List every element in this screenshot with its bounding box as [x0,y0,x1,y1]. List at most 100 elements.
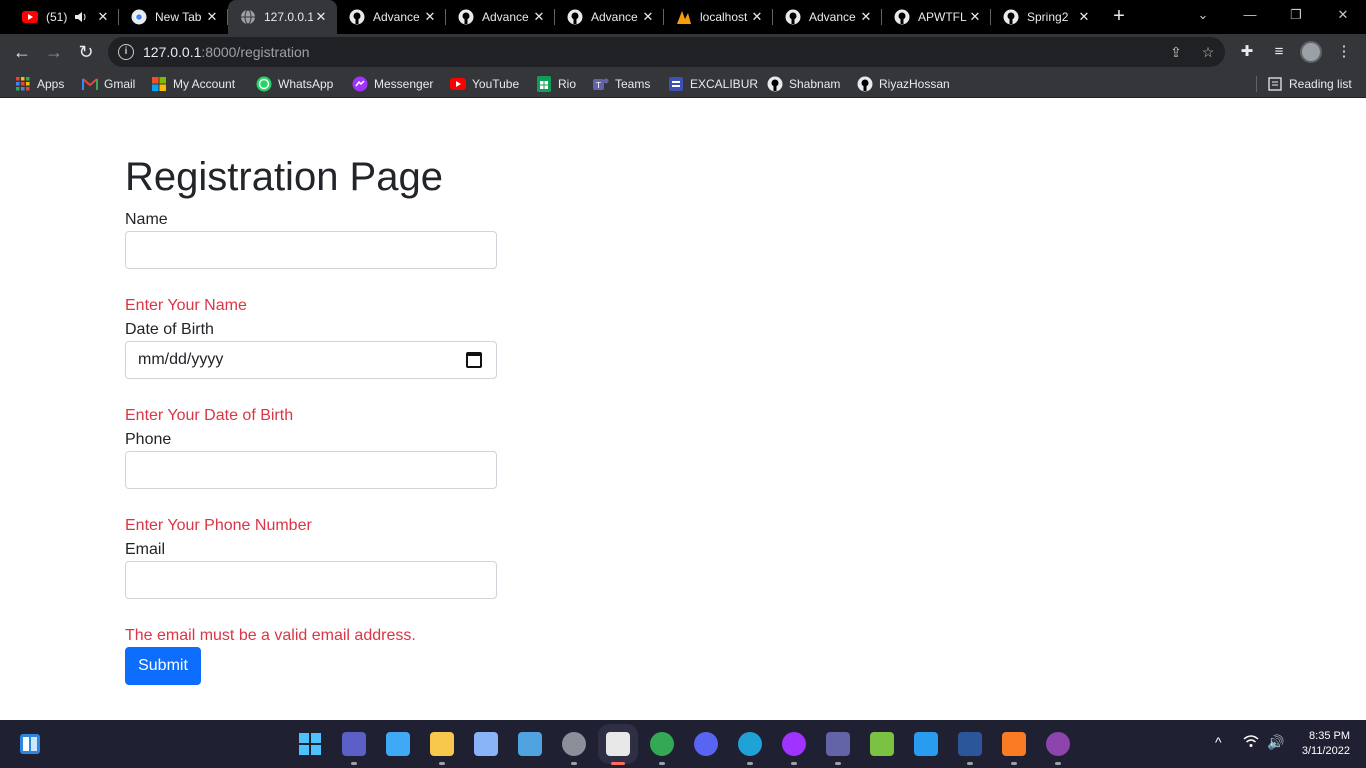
bookmark-riyazhossan[interactable]: RiyazHossan [857,76,950,92]
messenger-icon[interactable] [782,732,806,756]
github-icon [894,9,910,25]
tab-close-icon[interactable]: ✕ [204,9,220,25]
tab-search-icon[interactable]: ⌄ [1180,0,1226,34]
bookmark-messenger[interactable]: Messenger [352,76,433,92]
phpmyadmin-icon [676,9,692,25]
settings-icon[interactable] [562,732,586,756]
extensions-icon[interactable]: ✚ [1237,42,1257,62]
github-icon [349,9,365,25]
tab-title: Advance [373,10,420,24]
close-window-icon[interactable]: ✕ [1320,0,1366,34]
tab-close-icon[interactable]: ✕ [967,9,983,25]
browser-tab[interactable]: Advance ✕ [337,0,446,34]
bookmark-label: Teams [615,77,651,91]
bookmark-star-icon[interactable]: ☆ [1199,43,1217,61]
word-icon[interactable] [958,732,982,756]
tab-close-icon[interactable]: ✕ [1076,9,1092,25]
bluestacks-icon[interactable] [870,732,894,756]
tab-close-icon[interactable]: ✕ [858,9,874,25]
chrome-icon [131,9,147,25]
image-viewer-icon[interactable] [518,732,542,756]
bookmark-my-account[interactable]: My Account [151,76,235,92]
edge-icon[interactable] [738,732,762,756]
minimize-icon[interactable]: — [1227,0,1273,34]
github-desktop-icon[interactable] [1046,732,1070,756]
email-input[interactable] [125,561,497,599]
bookmark-teams[interactable]: T Teams [593,76,650,92]
github-icon [767,76,783,92]
browser-tab[interactable]: New Tab ✕ [119,0,228,34]
tray-overflow-icon[interactable]: ^ [1215,734,1222,750]
wifi-icon[interactable] [1243,734,1259,751]
reload-icon[interactable]: ↻ [72,38,100,66]
tab-title: New Tab [155,10,202,24]
teams-icon[interactable] [826,732,850,756]
bookmark-whatsapp[interactable]: WhatsApp [256,76,333,92]
bookmark-gmail[interactable]: Gmail [82,76,135,92]
system-clock[interactable]: 8:35 PM 3/11/2022 [1302,729,1350,759]
tab-close-icon[interactable]: ✕ [95,9,111,25]
browser-tab[interactable]: APWTFL ✕ [882,0,991,34]
menu-kebab-icon[interactable]: ⋮ [1334,42,1354,62]
name-input[interactable] [125,231,497,269]
tab-title: APWTFL [918,10,967,24]
dob-error: Enter Your Date of Birth [125,407,294,424]
bookmark-excalibur[interactable]: EXCALIBUR [668,76,758,92]
phone-input[interactable] [125,451,497,489]
site-info-icon[interactable]: i [118,44,134,60]
dob-label: Date of Birth [125,321,214,338]
discord-icon[interactable] [694,732,718,756]
chrome-icon[interactable] [650,732,674,756]
github-icon [785,9,801,25]
submit-button[interactable]: Submit [125,647,201,685]
browser-tab[interactable]: 127.0.0.1 ✕ [228,0,337,34]
browser-tab[interactable]: Advance ✕ [446,0,555,34]
restore-icon[interactable]: ❐ [1273,0,1319,34]
xampp-icon[interactable] [1002,732,1026,756]
bookmark-rio[interactable]: Rio [536,76,576,92]
media-control-icon[interactable]: ≡ [1269,42,1289,62]
file-explorer-icon[interactable] [430,732,454,756]
speaker-icon[interactable] [73,9,89,25]
url-host: 127.0.0.1 [143,44,202,60]
volume-icon[interactable]: 🔊 [1267,734,1284,751]
browser-tab[interactable]: Advance ✕ [555,0,664,34]
back-icon[interactable]: ← [8,38,36,66]
calendar-icon[interactable] [466,352,482,368]
bookmark-shabnam[interactable]: Shabnam [767,76,840,92]
task-monitor-icon[interactable] [474,732,498,756]
tab-close-icon[interactable]: ✕ [640,9,656,25]
github-icon [857,76,873,92]
running-indicator [791,762,797,765]
profile-avatar[interactable] [1300,41,1322,63]
remote-desktop-icon[interactable] [386,732,410,756]
name-error: Enter Your Name [125,297,247,314]
vscode-icon[interactable] [914,732,938,756]
tab-close-icon[interactable]: ✕ [531,9,547,25]
windows-start-icon[interactable] [298,732,322,756]
forward-icon[interactable]: → [40,38,68,66]
tab-close-icon[interactable]: ✕ [422,9,438,25]
bookmark-label: Apps [37,77,65,91]
browser-tab[interactable]: Advance ✕ [773,0,882,34]
new-tab-button[interactable]: + [1107,4,1131,28]
snipping-tool-icon[interactable] [606,732,630,756]
widgets-icon[interactable] [19,733,41,755]
reading-list-button[interactable]: Reading list [1267,76,1352,92]
tab-close-icon[interactable]: ✕ [313,9,329,25]
tab-title: (51) [46,10,68,24]
browser-tab[interactable]: Spring2 ✕ [991,0,1100,34]
bookmark-youtube[interactable]: YouTube [450,76,519,92]
bookmarks-divider [1256,76,1257,92]
tab-close-icon[interactable]: ✕ [749,9,765,25]
bookmark-apps[interactable]: Apps [15,76,64,92]
zoom-icon[interactable] [342,732,366,756]
dob-input[interactable]: mm/dd/yyyy [125,341,497,379]
sheets-icon [536,76,552,92]
browser-tab[interactable]: localhost ✕ [664,0,773,34]
url-text[interactable]: 127.0.0.1:8000/registration [143,44,310,60]
browser-tab[interactable]: (51) ✕ [10,0,119,34]
page-content: Registration Page Name Enter Your Name D… [0,103,1366,720]
share-icon[interactable]: ⇪ [1167,43,1185,61]
address-bar[interactable]: i 127.0.0.1:8000/registration ⇪ ☆ [108,37,1225,67]
